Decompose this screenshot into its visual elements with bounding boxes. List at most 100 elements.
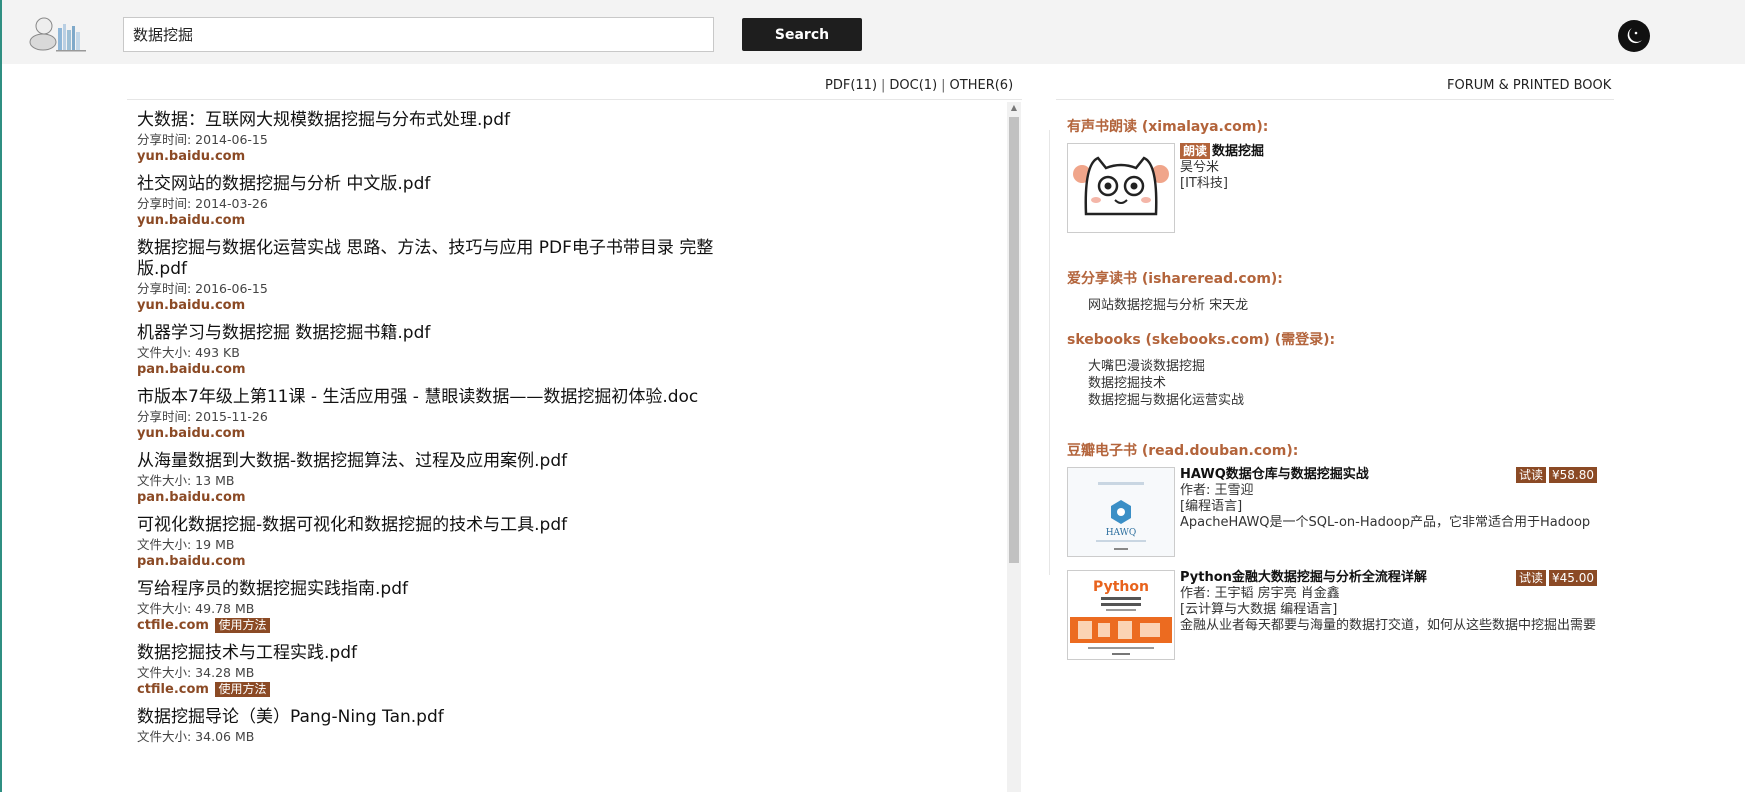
result-meta: 文件大小: 13 MB [137,473,235,488]
result-meta: 分享时间: 2015-11-26 [137,409,268,424]
ximalaya-section-title: 有声书朗读 (ximalaya.com): [1067,119,1269,135]
result-title[interactable]: 可视化数据挖掘-数据可视化和数据挖掘的技术与工具.pdf [137,515,997,536]
list-item: 数据挖掘与数据化运营实战 思路、方法、技巧与应用 PDF电子书带目录 完整版.p… [137,238,997,314]
book-author: 作者: 王雪迎 [1180,483,1254,498]
book-info: Python金融大数据挖掘与分析全流程详解 作者: 王宇韬 房宇亮 肖金鑫 [云… [1180,570,1600,634]
result-source[interactable]: pan.baidu.com [137,553,997,570]
skebooks-section-title: skebooks (skebooks.com) (需登录): [1067,332,1336,348]
douban-book: Python Python金融大数据挖掘与分析全流程详解 作者: 王宇韬 房宇亮… [1067,570,1602,662]
price-badge[interactable]: ¥58.80 [1549,467,1597,483]
list-item: 从海量数据到大数据-数据挖掘算法、过程及应用案例.pdf 文件大小: 13 MB… [137,451,997,506]
result-title[interactable]: 机器学习与数据挖掘 数据挖掘书籍.pdf [137,323,997,344]
search-button[interactable]: Search [742,18,862,51]
result-source-row: ctfile.com 使用方法 [137,681,997,698]
book-category: [编程语言] [1180,499,1243,514]
top-bar: Search [2,0,1745,64]
result-title[interactable]: 数据挖掘与数据化运营实战 思路、方法、技巧与应用 PDF电子书带目录 完整版.p… [137,238,717,280]
hawq-book-cover-icon[interactable]: HAWQ [1067,467,1175,557]
result-meta: 分享时间: 2014-03-26 [137,196,268,211]
book-author: 作者: 王宇韬 房宇亮 肖金鑫 [1180,586,1340,601]
forum-printed-book-link[interactable]: FORUM & PRINTED BOOK [1447,78,1611,93]
divider [127,99,1022,100]
list-item: 社交网站的数据挖掘与分析 中文版.pdf 分享时间: 2014-03-26 yu… [137,174,997,229]
book-category: [IT科技] [1180,176,1228,191]
price-row: 试读 ¥58.80 [1515,467,1600,484]
cat-face-cover-icon[interactable] [1067,143,1175,233]
list-item[interactable]: 网站数据挖掘与分析 宋天龙 [1088,297,1248,314]
list-item: 市版本7年级上第11课 - 生活应用强 - 慧眼读数据——数据挖掘初体验.doc… [137,387,997,442]
price-row: 试读 ¥45.00 [1515,570,1600,587]
result-meta: 文件大小: 34.06 MB [137,729,255,744]
result-meta: 文件大小: 49.78 MB [137,601,255,616]
result-meta: 文件大小: 34.28 MB [137,665,255,680]
book-title[interactable]: 数据挖掘 [1212,144,1264,159]
douban-book: HAWQ HAWQ数据仓库与数据挖掘实战 作者: 王雪迎 [编程语言] Apac… [1067,467,1602,559]
result-title[interactable]: 大数据：互联网大规模数据挖掘与分布式处理.pdf [137,110,997,131]
book-info: HAWQ数据仓库与数据挖掘实战 作者: 王雪迎 [编程语言] ApacheHAW… [1180,467,1600,531]
douban-section-title: 豆瓣电子书 (read.douban.com): [1067,443,1299,459]
list-item: 数据挖掘技术与工程实践.pdf 文件大小: 34.28 MB ctfile.co… [137,643,997,698]
trial-read-button[interactable]: 试读 [1515,467,1546,483]
list-item[interactable]: 数据挖掘技术 [1088,375,1244,392]
price-badge[interactable]: ¥45.00 [1549,570,1597,586]
usage-badge[interactable]: 使用方法 [215,618,270,633]
ximalaya-book: 朗读 数据挖掘 昊兮米 [IT科技] [1067,143,1602,235]
result-title[interactable]: 社交网站的数据挖掘与分析 中文版.pdf [137,174,997,195]
moon-icon[interactable] [1618,20,1650,52]
results-scrollbar[interactable]: ▲ [1007,102,1021,792]
result-source[interactable]: yun.baidu.com [137,425,997,442]
list-item[interactable]: 数据挖掘与数据化运营实战 [1088,392,1244,409]
filter-pdf[interactable]: PDF(11) [825,78,877,93]
filter-separator: | [941,78,946,93]
scroll-thumb[interactable] [1009,117,1019,563]
book-category: [云计算与大数据 编程语言] [1180,602,1338,617]
result-meta: 分享时间: 2014-06-15 [137,132,268,147]
result-title[interactable]: 数据挖掘导论（美）Pang-Ning Tan.pdf [137,707,997,728]
trial-read-button[interactable]: 试读 [1515,570,1546,586]
result-title[interactable]: 写给程序员的数据挖掘实践指南.pdf [137,579,997,600]
result-title[interactable]: 从海量数据到大数据-数据挖掘算法、过程及应用案例.pdf [137,451,997,472]
result-source[interactable]: ctfile.com [137,682,209,697]
list-item: 数据挖掘导论（美）Pang-Ning Tan.pdf 文件大小: 34.06 M… [137,707,997,745]
list-item: 大数据：互联网大规模数据挖掘与分布式处理.pdf 分享时间: 2014-06-1… [137,110,997,165]
list-item: 机器学习与数据挖掘 数据挖掘书籍.pdf 文件大小: 493 KB pan.ba… [137,323,997,378]
result-meta: 文件大小: 493 KB [137,345,240,360]
filter-doc[interactable]: DOC(1) [889,78,937,93]
usage-badge[interactable]: 使用方法 [215,682,270,697]
cover-text: HAWQ [1106,528,1137,538]
result-meta: 分享时间: 2016-06-15 [137,281,268,296]
result-source[interactable]: yun.baidu.com [137,148,997,165]
python-book-cover-icon[interactable]: Python [1067,570,1175,660]
filter-other[interactable]: OTHER(6) [950,78,1014,93]
cover-text: Python [1093,579,1149,595]
book-description: ApacheHAWQ是一个SQL-on-Hadoop产品，它非常适合用于Hado… [1180,515,1591,530]
read-aloud-tag: 朗读 [1180,143,1211,159]
book-author: 昊兮米 [1180,160,1220,175]
result-source[interactable]: yun.baidu.com [137,297,997,314]
result-source[interactable]: yun.baidu.com [137,212,997,229]
list-item: 写给程序员的数据挖掘实践指南.pdf 文件大小: 49.78 MB ctfile… [137,579,997,634]
result-source[interactable]: pan.baidu.com [137,361,997,378]
ishareread-list: 网站数据挖掘与分析 宋天龙 [1088,297,1248,314]
search-input[interactable] [123,17,714,52]
book-info: 朗读 数据挖掘 昊兮米 [IT科技] [1180,143,1600,192]
result-meta: 文件大小: 19 MB [137,537,235,552]
list-item: 可视化数据挖掘-数据可视化和数据挖掘的技术与工具.pdf 文件大小: 19 MB… [137,515,997,570]
book-description: 金融从业者每天都要与海量的数据打交道，如何从这些数据中挖掘出需要 [1180,618,1597,633]
bookshelf-logo-icon[interactable] [28,14,90,52]
result-title[interactable]: 市版本7年级上第11课 - 生活应用强 - 慧眼读数据——数据挖掘初体验.doc [137,387,997,408]
divider [1049,130,1050,575]
result-title[interactable]: 数据挖掘技术与工程实践.pdf [137,643,997,664]
ishareread-section-title: 爱分享读书 (ishareread.com): [1067,271,1283,287]
result-source[interactable]: ctfile.com [137,618,209,633]
result-list: 大数据：互联网大规模数据挖掘与分布式处理.pdf 分享时间: 2014-06-1… [137,110,997,754]
divider [1056,99,1614,100]
book-title-row: 朗读 数据挖掘 [1180,143,1600,160]
result-source-row: ctfile.com 使用方法 [137,617,997,634]
scroll-up-arrow-icon[interactable]: ▲ [1007,102,1021,114]
filter-separator: | [881,78,886,93]
result-source[interactable]: pan.baidu.com [137,489,997,506]
file-type-filters: PDF(11) | DOC(1) | OTHER(6) [825,78,1013,93]
list-item[interactable]: 大嘴巴漫谈数据挖掘 [1088,358,1244,375]
skebooks-list: 大嘴巴漫谈数据挖掘 数据挖掘技术 数据挖掘与数据化运营实战 [1088,358,1244,409]
